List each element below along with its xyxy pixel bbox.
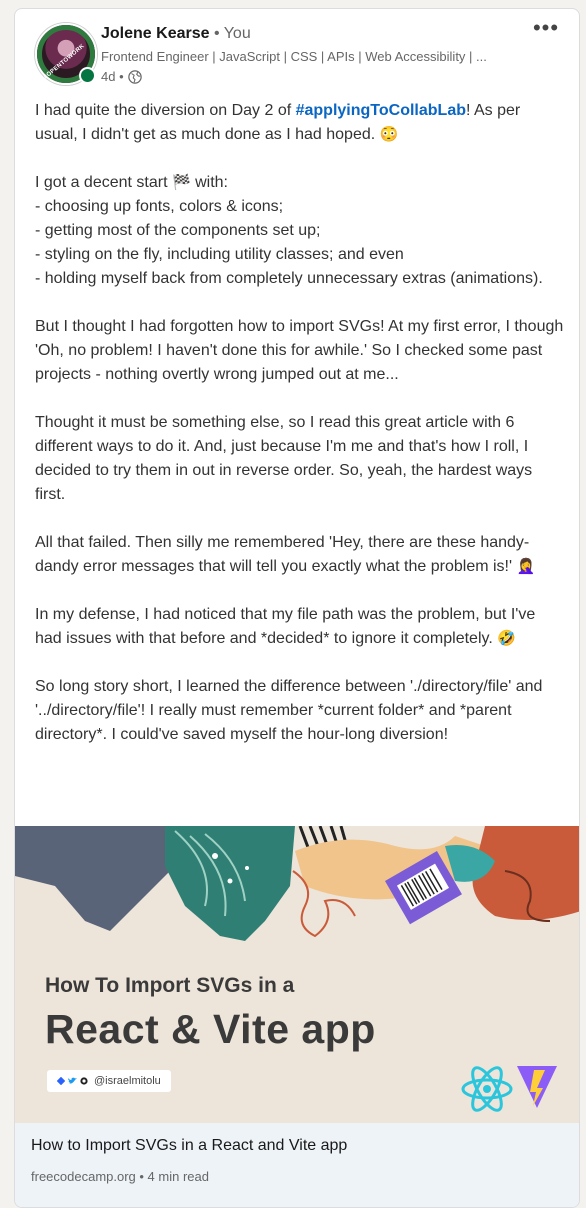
list-line: - holding myself back from completely un… <box>35 270 543 287</box>
hashnode-icon <box>57 1077 65 1085</box>
post-header: #OPENTOWORK Jolene Kearse • You Frontend… <box>15 9 579 99</box>
flushed-emoji: 😳 <box>379 126 399 143</box>
list-line: - getting most of the components set up; <box>35 222 321 239</box>
github-icon <box>80 1077 88 1085</box>
paragraph-7: So long story short, I learned the diffe… <box>35 678 543 743</box>
paragraph-1: I had quite the diversion on Day 2 of #a… <box>35 99 565 147</box>
post-body: I had quite the diversion on Day 2 of #a… <box>35 99 565 771</box>
link-title[interactable]: How to Import SVGs in a React and Vite a… <box>31 1137 347 1155</box>
author-name[interactable]: Jolene Kearse <box>101 25 210 42</box>
image-title-small: How To Import SVGs in a <box>45 974 295 997</box>
post-card: #OPENTOWORK Jolene Kearse • You Frontend… <box>14 8 580 1208</box>
author-handle: @israelmitolu <box>94 1075 161 1087</box>
link-source: freecodecamp.org • 4 min read <box>31 1169 209 1184</box>
image-title-large: React & Vite app <box>45 1006 376 1052</box>
checkered-flag-emoji: 🏁 <box>171 174 191 191</box>
paragraph-2: I got a decent start 🏁 with: - choosing … <box>35 171 565 291</box>
rofl-emoji: 🤣 <box>497 630 516 647</box>
author-line: Jolene Kearse • You <box>101 25 251 43</box>
globe-icon <box>127 69 142 84</box>
author-headline: Frontend Engineer | JavaScript | CSS | A… <box>101 49 487 64</box>
post-time: 4d • <box>101 69 124 84</box>
paragraph-5: All that failed. Then silly me remembere… <box>35 531 565 579</box>
text-span: In my defense, I had noticed that my fil… <box>35 606 536 647</box>
social-icons <box>57 1077 88 1085</box>
author-relation: • You <box>209 25 251 42</box>
twitter-icon <box>68 1077 77 1084</box>
more-options-icon[interactable]: ••• <box>531 17 561 43</box>
online-status-dot <box>79 67 96 84</box>
text-span: I got a decent start <box>35 174 172 191</box>
list-line: - choosing up fonts, colors & icons; <box>35 198 284 215</box>
hashtag-link[interactable]: #applyingToCollabLab <box>296 102 466 119</box>
author-handle-pill: @israelmitolu <box>47 1070 171 1092</box>
paragraph-6: In my defense, I had noticed that my fil… <box>35 603 565 651</box>
post-meta: 4d • <box>101 69 142 84</box>
text-span: I had quite the diversion on Day 2 of <box>35 102 296 119</box>
facepalm-emoji: 🤦‍♀️ <box>516 558 536 575</box>
text-span: with: <box>190 174 228 191</box>
article-preview-image[interactable]: How To Import SVGs in a React & Vite app… <box>15 826 579 1123</box>
paragraph-4: Thought it must be something else, so I … <box>35 414 533 503</box>
text-span: All that failed. Then silly me remembere… <box>35 534 530 575</box>
link-preview-footer[interactable]: How to Import SVGs in a React and Vite a… <box>15 1123 579 1207</box>
list-line: - styling on the fly, including utility … <box>35 246 404 263</box>
paragraph-3: But I thought I had forgotten how to imp… <box>35 318 564 383</box>
